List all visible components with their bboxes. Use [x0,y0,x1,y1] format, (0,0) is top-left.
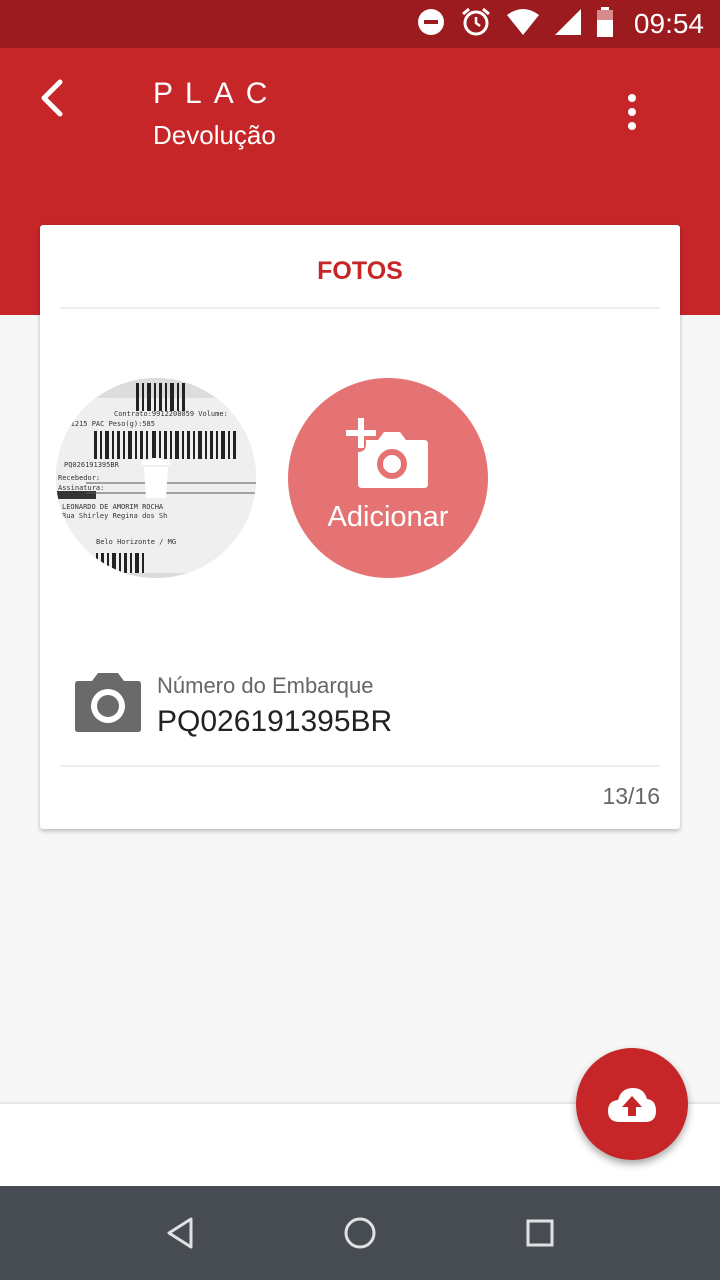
photo-counter: 13/16 [602,783,660,809]
label-line-contrato: Contrato:9912208059 Volume: [114,410,228,418]
status-icons: 09:54 [416,6,704,43]
status-time: 09:54 [633,8,704,39]
add-photo-icon [346,418,428,488]
label-line-street: Rua Shirley Regina dos Sh [62,512,167,520]
label-line-name: LEONARDO DE AMORIM ROCHA [62,503,164,511]
app-subtitle: Devolução [153,120,276,150]
label-line-recebedor: Recebedor: [58,474,100,482]
label-line-assinatura: Assinatura: [58,484,104,492]
add-photo-label: Adicionar [327,501,449,533]
system-nav-bar [0,1186,720,1280]
shipment-number-label: Número do Embarque [157,673,374,698]
photos-card: FOTOS Contrato:9912208059 Volume: 717121… [40,225,680,829]
camera-icon [75,673,141,732]
signal-icon [554,8,582,41]
nav-back-button[interactable] [160,1213,200,1253]
overflow-menu-button[interactable] [612,92,652,132]
alarm-icon [460,6,492,43]
nav-home-button[interactable] [340,1213,380,1253]
label-line-city: Belo Horizonte / MG [96,538,176,546]
more-vert-icon [628,94,636,130]
do-not-disturb-icon [416,7,446,42]
battery-icon [596,6,614,42]
nav-back-icon [167,1217,193,1249]
status-bar: 09:54 [0,0,720,48]
photo-thumbnail[interactable]: Contrato:9912208059 Volume: 7171215 PAC … [56,378,256,578]
back-button[interactable] [30,74,78,122]
wifi-icon [506,8,540,41]
card-title: FOTOS [317,257,403,285]
app-title: PLAC [153,77,280,110]
title-divider [60,307,660,309]
back-arrow-icon [41,79,63,117]
nav-recents-button[interactable] [520,1213,560,1253]
footer-divider [60,765,660,767]
label-line-tracking: PQ026191395BR [64,461,120,469]
nav-recents-icon [526,1219,554,1247]
shipment-number-value: PQ026191395BR [157,705,393,738]
trash-icon[interactable] [140,458,172,498]
cloud-upload-icon [608,1088,656,1122]
label-line-pac: 7171215 PAC Peso(g):585 [58,420,155,428]
add-photo-button[interactable]: Adicionar [288,378,488,578]
upload-fab[interactable] [576,1048,688,1160]
nav-home-icon [344,1217,376,1249]
